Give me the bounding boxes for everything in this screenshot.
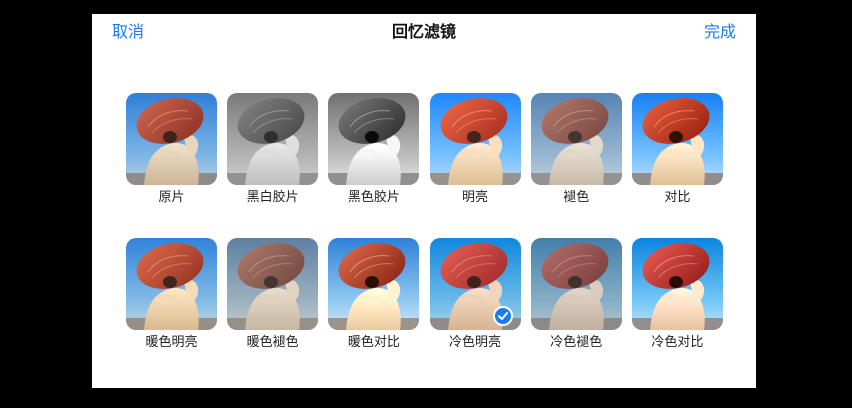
filter-sheet: 取消 回忆滤镜 完成 原片 黑白胶片 黑色胶片 明亮 褪色 对比 暖色明亮 暖色… xyxy=(92,14,756,388)
done-button[interactable]: 完成 xyxy=(704,23,736,41)
filter-option-warmcontrast[interactable]: 暖色对比 xyxy=(328,238,420,351)
filter-thumbnail xyxy=(429,93,521,185)
filter-option-bw[interactable]: 黑白胶片 xyxy=(227,93,319,206)
filter-option-orig[interactable]: 原片 xyxy=(126,93,217,206)
filter-label: 冷色明亮 xyxy=(449,335,502,350)
filter-option-coolfade[interactable]: 冷色褪色 xyxy=(530,238,622,351)
filter-label: 明亮 xyxy=(462,190,489,205)
page-title: 回忆滤镜 xyxy=(391,22,456,41)
filter-thumbnail xyxy=(227,93,319,185)
filter-option-contrast[interactable]: 对比 xyxy=(631,93,723,206)
filter-thumbnail xyxy=(530,93,622,185)
filter-label: 对比 xyxy=(664,190,691,205)
filter-thumbnail xyxy=(126,93,217,185)
filter-label: 暖色对比 xyxy=(347,335,400,350)
filter-thumbnail xyxy=(631,93,723,185)
filter-label: 原片 xyxy=(158,190,185,205)
filter-label: 暖色褪色 xyxy=(246,335,299,350)
filter-option-vivid[interactable]: 明亮 xyxy=(429,93,521,206)
filter-label: 黑色胶片 xyxy=(347,190,400,205)
filter-thumbnail xyxy=(530,238,622,330)
filter-label: 黑白胶片 xyxy=(246,190,299,205)
filter-label: 冷色对比 xyxy=(651,335,704,350)
filter-label: 冷色褪色 xyxy=(550,335,603,350)
filter-label: 暖色明亮 xyxy=(145,335,198,350)
filter-grid: 原片 黑白胶片 黑色胶片 明亮 褪色 对比 暖色明亮 暖色褪色 暖色对比 冷色明… xyxy=(126,93,723,351)
filter-option-coolvivid[interactable]: 冷色明亮 xyxy=(429,238,521,351)
filter-thumbnail xyxy=(227,238,319,330)
filter-thumbnail xyxy=(631,238,723,330)
selected-check-icon xyxy=(492,306,513,326)
filter-option-noir[interactable]: 黑色胶片 xyxy=(328,93,420,206)
filter-option-fade[interactable]: 褪色 xyxy=(530,93,622,206)
filter-label: 褪色 xyxy=(563,190,590,205)
filter-thumbnail xyxy=(126,238,217,330)
filter-thumbnail xyxy=(328,93,420,185)
filter-thumbnail xyxy=(328,238,420,330)
filter-option-coolcontrast[interactable]: 冷色对比 xyxy=(631,238,723,351)
filter-option-warmfade[interactable]: 暖色褪色 xyxy=(227,238,319,351)
filter-option-warmvivid[interactable]: 暖色明亮 xyxy=(126,238,217,351)
